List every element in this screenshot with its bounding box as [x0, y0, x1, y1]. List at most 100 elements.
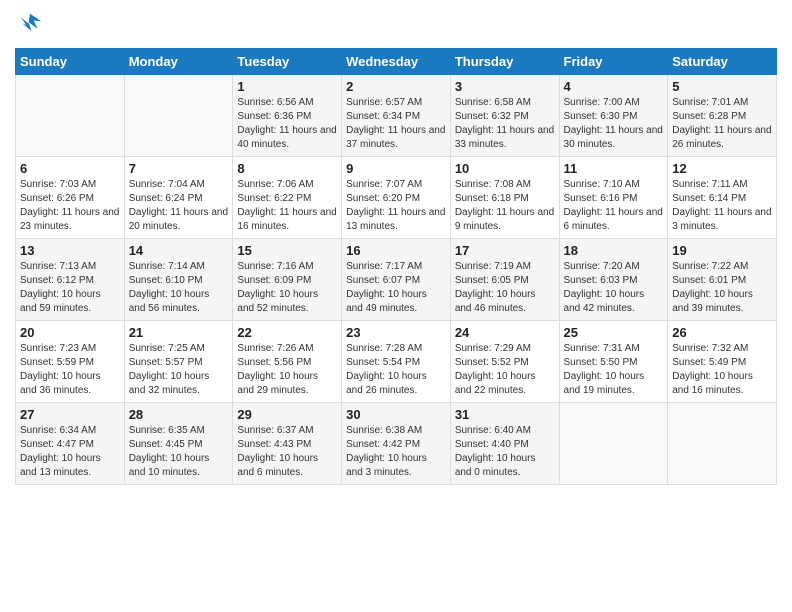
cell-content: Sunrise: 6:34 AM Sunset: 4:47 PM Dayligh… [20, 424, 120, 480]
logo-icon [15, 10, 45, 40]
day-number: 30 [346, 407, 446, 422]
cell-content: Sunrise: 7:01 AM Sunset: 6:28 PM Dayligh… [672, 96, 772, 152]
calendar-cell [559, 403, 668, 485]
header-day: Thursday [450, 49, 559, 75]
calendar-cell: 7 Sunrise: 7:04 AM Sunset: 6:24 PM Daylig… [124, 157, 233, 239]
week-row: 27 Sunrise: 6:34 AM Sunset: 4:47 PM Dayli… [16, 403, 777, 485]
header-day: Sunday [16, 49, 125, 75]
calendar-cell: 30 Sunrise: 6:38 AM Sunset: 4:42 PM Dayli… [342, 403, 451, 485]
logo [15, 10, 49, 40]
calendar-cell: 13 Sunrise: 7:13 AM Sunset: 6:12 PM Dayli… [16, 239, 125, 321]
calendar-cell: 28 Sunrise: 6:35 AM Sunset: 4:45 PM Dayli… [124, 403, 233, 485]
calendar-cell: 26 Sunrise: 7:32 AM Sunset: 5:49 PM Dayli… [668, 321, 777, 403]
cell-content: Sunrise: 7:26 AM Sunset: 5:56 PM Dayligh… [237, 342, 337, 398]
day-number: 31 [455, 407, 555, 422]
day-number: 18 [564, 243, 664, 258]
header-day: Tuesday [233, 49, 342, 75]
cell-content: Sunrise: 7:13 AM Sunset: 6:12 PM Dayligh… [20, 260, 120, 316]
calendar-cell: 20 Sunrise: 7:23 AM Sunset: 5:59 PM Dayli… [16, 321, 125, 403]
day-number: 4 [564, 79, 664, 94]
week-row: 1 Sunrise: 6:56 AM Sunset: 6:36 PM Daylig… [16, 75, 777, 157]
cell-content: Sunrise: 7:04 AM Sunset: 6:24 PM Dayligh… [129, 178, 229, 234]
cell-content: Sunrise: 7:07 AM Sunset: 6:20 PM Dayligh… [346, 178, 446, 234]
cell-content: Sunrise: 7:31 AM Sunset: 5:50 PM Dayligh… [564, 342, 664, 398]
day-number: 26 [672, 325, 772, 340]
calendar-cell: 19Sunrise: 7:22 AM Sunset: 6:01 PM Dayli… [668, 239, 777, 321]
day-number: 29 [237, 407, 337, 422]
cell-content: Sunrise: 7:32 AM Sunset: 5:49 PM Dayligh… [672, 342, 772, 398]
calendar-cell: 15Sunrise: 7:16 AM Sunset: 6:09 PM Dayli… [233, 239, 342, 321]
day-number: 14 [129, 243, 229, 258]
day-number: 23 [346, 325, 446, 340]
day-number: 22 [237, 325, 337, 340]
calendar-cell: 18 Sunrise: 7:20 AM Sunset: 6:03 PM Dayli… [559, 239, 668, 321]
header [15, 10, 777, 40]
calendar-cell: 11 Sunrise: 7:10 AM Sunset: 6:16 PM Dayli… [559, 157, 668, 239]
calendar-cell: 21 Sunrise: 7:25 AM Sunset: 5:57 PM Dayli… [124, 321, 233, 403]
cell-content: Sunrise: 7:00 AM Sunset: 6:30 PM Dayligh… [564, 96, 664, 152]
week-row: 13 Sunrise: 7:13 AM Sunset: 6:12 PM Dayli… [16, 239, 777, 321]
cell-content: Sunrise: 7:10 AM Sunset: 6:16 PM Dayligh… [564, 178, 664, 234]
cell-content: Sunrise: 7:08 AM Sunset: 6:18 PM Dayligh… [455, 178, 555, 234]
calendar-cell: 29 Sunrise: 6:37 AM Sunset: 4:43 PM Dayli… [233, 403, 342, 485]
header-day: Wednesday [342, 49, 451, 75]
day-number: 13 [20, 243, 120, 258]
cell-content: Sunrise: 6:37 AM Sunset: 4:43 PM Dayligh… [237, 424, 337, 480]
header-day: Saturday [668, 49, 777, 75]
calendar-cell [16, 75, 125, 157]
day-number: 1 [237, 79, 337, 94]
calendar-cell: 25 Sunrise: 7:31 AM Sunset: 5:50 PM Dayli… [559, 321, 668, 403]
calendar-cell: 22 Sunrise: 7:26 AM Sunset: 5:56 PM Dayli… [233, 321, 342, 403]
calendar-cell: 17 Sunrise: 7:19 AM Sunset: 6:05 PM Dayli… [450, 239, 559, 321]
week-row: 6Sunrise: 7:03 AM Sunset: 6:26 PM Daylig… [16, 157, 777, 239]
cell-content: Sunrise: 7:20 AM Sunset: 6:03 PM Dayligh… [564, 260, 664, 316]
cell-content: Sunrise: 7:14 AM Sunset: 6:10 PM Dayligh… [129, 260, 229, 316]
day-number: 8 [237, 161, 337, 176]
cell-content: Sunrise: 7:03 AM Sunset: 6:26 PM Dayligh… [20, 178, 120, 234]
calendar-cell: 5Sunrise: 7:01 AM Sunset: 6:28 PM Daylig… [668, 75, 777, 157]
day-number: 20 [20, 325, 120, 340]
calendar-cell [124, 75, 233, 157]
cell-content: Sunrise: 7:06 AM Sunset: 6:22 PM Dayligh… [237, 178, 337, 234]
calendar-cell: 31Sunrise: 6:40 AM Sunset: 4:40 PM Dayli… [450, 403, 559, 485]
calendar-cell: 10 Sunrise: 7:08 AM Sunset: 6:18 PM Dayli… [450, 157, 559, 239]
week-row: 20 Sunrise: 7:23 AM Sunset: 5:59 PM Dayli… [16, 321, 777, 403]
cell-content: Sunrise: 6:38 AM Sunset: 4:42 PM Dayligh… [346, 424, 446, 480]
header-day: Monday [124, 49, 233, 75]
cell-content: Sunrise: 7:17 AM Sunset: 6:07 PM Dayligh… [346, 260, 446, 316]
calendar-cell: 3Sunrise: 6:58 AM Sunset: 6:32 PM Daylig… [450, 75, 559, 157]
cell-content: Sunrise: 7:16 AM Sunset: 6:09 PM Dayligh… [237, 260, 337, 316]
day-number: 25 [564, 325, 664, 340]
day-number: 28 [129, 407, 229, 422]
calendar-table: SundayMondayTuesdayWednesdayThursdayFrid… [15, 48, 777, 485]
calendar-cell [668, 403, 777, 485]
cell-content: Sunrise: 7:28 AM Sunset: 5:54 PM Dayligh… [346, 342, 446, 398]
day-number: 7 [129, 161, 229, 176]
calendar-cell: 27 Sunrise: 6:34 AM Sunset: 4:47 PM Dayli… [16, 403, 125, 485]
cell-content: Sunrise: 6:56 AM Sunset: 6:36 PM Dayligh… [237, 96, 337, 152]
calendar-cell: 4 Sunrise: 7:00 AM Sunset: 6:30 PM Daylig… [559, 75, 668, 157]
day-number: 12 [672, 161, 772, 176]
calendar-cell: 24Sunrise: 7:29 AM Sunset: 5:52 PM Dayli… [450, 321, 559, 403]
cell-content: Sunrise: 6:57 AM Sunset: 6:34 PM Dayligh… [346, 96, 446, 152]
day-number: 17 [455, 243, 555, 258]
cell-content: Sunrise: 7:25 AM Sunset: 5:57 PM Dayligh… [129, 342, 229, 398]
calendar-cell: 14 Sunrise: 7:14 AM Sunset: 6:10 PM Dayli… [124, 239, 233, 321]
calendar-cell: 23 Sunrise: 7:28 AM Sunset: 5:54 PM Dayli… [342, 321, 451, 403]
calendar-cell: 8 Sunrise: 7:06 AM Sunset: 6:22 PM Daylig… [233, 157, 342, 239]
day-number: 9 [346, 161, 446, 176]
calendar-cell: 1 Sunrise: 6:56 AM Sunset: 6:36 PM Daylig… [233, 75, 342, 157]
day-number: 10 [455, 161, 555, 176]
calendar-cell: 16 Sunrise: 7:17 AM Sunset: 6:07 PM Dayli… [342, 239, 451, 321]
cell-content: Sunrise: 6:35 AM Sunset: 4:45 PM Dayligh… [129, 424, 229, 480]
day-number: 11 [564, 161, 664, 176]
cell-content: Sunrise: 7:29 AM Sunset: 5:52 PM Dayligh… [455, 342, 555, 398]
calendar-cell: 6Sunrise: 7:03 AM Sunset: 6:26 PM Daylig… [16, 157, 125, 239]
cell-content: Sunrise: 7:11 AM Sunset: 6:14 PM Dayligh… [672, 178, 772, 234]
day-number: 2 [346, 79, 446, 94]
cell-content: Sunrise: 7:23 AM Sunset: 5:59 PM Dayligh… [20, 342, 120, 398]
day-number: 16 [346, 243, 446, 258]
day-number: 21 [129, 325, 229, 340]
day-number: 27 [20, 407, 120, 422]
cell-content: Sunrise: 7:19 AM Sunset: 6:05 PM Dayligh… [455, 260, 555, 316]
